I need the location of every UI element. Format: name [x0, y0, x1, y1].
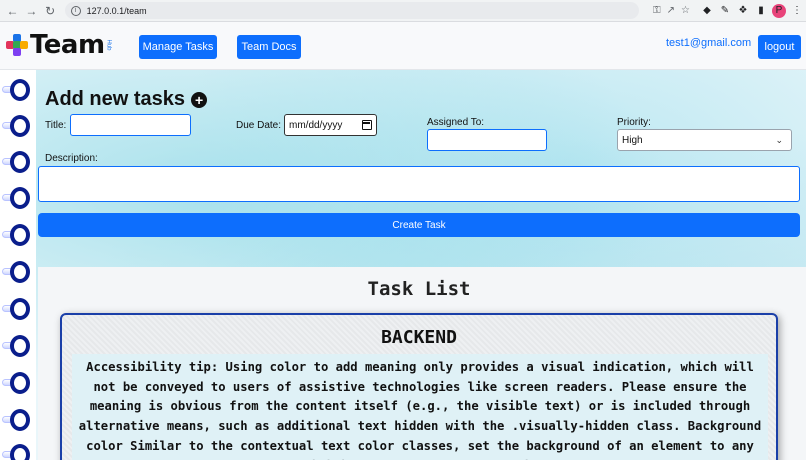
task-list-heading: Task List	[367, 278, 471, 300]
due-date-label: Due Date:	[236, 120, 282, 131]
due-date-placeholder: mm/dd/yyyy	[289, 119, 343, 131]
address-bar[interactable]: i 127.0.0.1/team	[64, 2, 640, 19]
sidebar-icon[interactable]: ▮	[754, 4, 768, 18]
logo-puzzle-icon	[6, 34, 28, 56]
assigned-to-label: Assigned To:	[427, 117, 485, 128]
bookmark-star-icon[interactable]: ☆	[681, 5, 690, 16]
team-docs-button[interactable]: Team Docs	[237, 35, 301, 59]
profile-avatar[interactable]: P	[772, 3, 786, 18]
manage-tasks-button[interactable]: Manage Tasks	[139, 35, 217, 59]
task-card-description: Accessibility tip: Using color to add me…	[72, 354, 768, 460]
form-title: Add new tasks +	[45, 88, 208, 111]
url-text: 127.0.0.1/team	[86, 5, 147, 16]
assigned-to-input[interactable]	[427, 129, 547, 151]
title-label: Title:	[45, 120, 67, 131]
menu-icon[interactable]: ⋮	[790, 4, 804, 18]
due-date-input[interactable]: mm/dd/yyyy	[284, 114, 377, 136]
key-icon[interactable]: ⚿	[653, 5, 661, 16]
browser-toolbar: ← → ↻ i 127.0.0.1/team ⚿ ↗ ☆ ◆ ✎ ❖ ▮ P ⋮	[0, 0, 806, 22]
reload-icon[interactable]: ↻	[44, 4, 57, 18]
description-label: Description:	[45, 153, 98, 164]
logo-subtext: Hub	[105, 39, 112, 51]
site-info-icon[interactable]: i	[70, 5, 81, 16]
puzzle-icon[interactable]: ❖	[736, 4, 750, 18]
task-card: BACKEND Accessibility tip: Using color t…	[60, 313, 778, 460]
description-textarea[interactable]	[38, 166, 800, 202]
spiral-binding	[0, 70, 36, 460]
share-icon[interactable]: ↗	[667, 5, 675, 16]
priority-label: Priority:	[617, 117, 651, 128]
user-email: test1@gmail.com	[666, 37, 752, 49]
forward-icon[interactable]: →	[25, 4, 38, 18]
logout-button[interactable]: logout	[758, 35, 801, 59]
calendar-icon[interactable]	[362, 120, 372, 130]
task-card-title: BACKEND	[381, 327, 457, 348]
form-title-text: Add new tasks	[45, 88, 186, 110]
create-task-button[interactable]: Create Task	[38, 213, 800, 237]
back-icon[interactable]: ←	[6, 4, 19, 18]
add-circle-icon[interactable]: +	[191, 91, 208, 108]
title-input[interactable]	[70, 114, 191, 136]
logo-text: Team	[30, 30, 105, 60]
logo[interactable]: Team Hub	[6, 30, 114, 60]
priority-selected-value: High	[622, 134, 643, 146]
extension-icon[interactable]: ◆	[700, 4, 714, 18]
eyedropper-icon[interactable]: ✎	[718, 4, 732, 18]
chevron-down-icon: ⌄	[775, 134, 783, 145]
priority-select[interactable]: High ⌄	[617, 129, 792, 151]
app-header: Team Hub Manage Tasks Team Docs test1@gm…	[0, 22, 806, 70]
